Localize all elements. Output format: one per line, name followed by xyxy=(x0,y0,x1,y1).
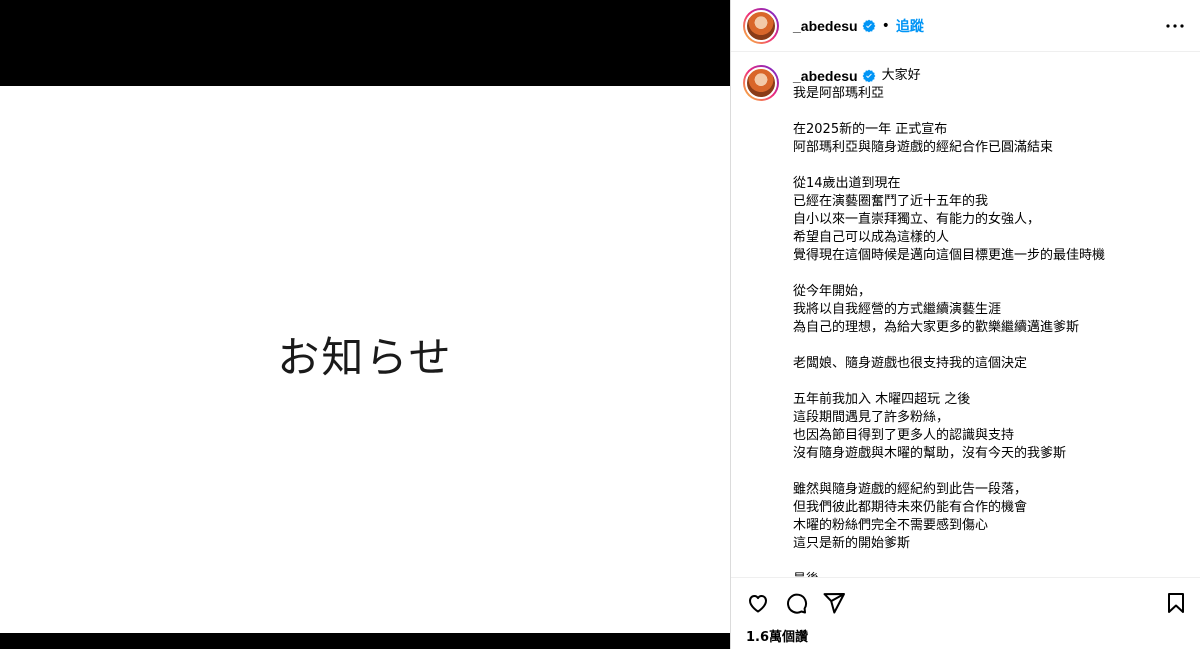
caption-body: _abedesu 大家好 我是阿部瑪利亞 在2025新的一年 正式宣布 阿部瑪利… xyxy=(793,65,1187,577)
caption-head: _abedesu 大家好 xyxy=(793,67,1187,85)
comment-icon[interactable] xyxy=(783,590,809,616)
image-notice-text: お知らせ xyxy=(277,333,453,382)
verified-icon xyxy=(862,19,876,33)
verified-icon xyxy=(862,69,876,83)
more-options-icon[interactable] xyxy=(1163,14,1187,38)
instagram-post-view: お知らせ _abedesu • 追蹤 _abedesu 大家好 我是阿部瑪利亞 … xyxy=(0,0,1200,649)
caption-avatar[interactable] xyxy=(743,65,779,101)
caption-username[interactable]: _abedesu xyxy=(793,67,858,85)
post-header: _abedesu • 追蹤 xyxy=(731,0,1200,52)
post-media: お知らせ xyxy=(0,0,730,649)
caption-area[interactable]: _abedesu 大家好 我是阿部瑪利亞 在2025新的一年 正式宣布 阿部瑪利… xyxy=(731,53,1200,577)
post-image[interactable]: お知らせ xyxy=(0,86,730,633)
avatar[interactable] xyxy=(743,7,779,44)
post-actions-area: 1.6萬個讚 xyxy=(731,577,1200,649)
likes-count[interactable]: 1.6萬個讚 xyxy=(731,616,1200,645)
caption-text: 我是阿部瑪利亞 在2025新的一年 正式宣布 阿部瑪利亞與隨身遊戲的經紀合作已圓… xyxy=(793,86,1106,577)
share-icon[interactable] xyxy=(821,590,847,616)
post-sidebar: _abedesu • 追蹤 _abedesu 大家好 我是阿部瑪利亞 在2025… xyxy=(730,0,1200,649)
header-username[interactable]: _abedesu xyxy=(793,18,858,34)
bookmark-icon[interactable] xyxy=(1163,590,1189,616)
heart-icon[interactable] xyxy=(745,590,771,616)
action-bar xyxy=(731,578,1200,616)
caption: _abedesu 大家好 我是阿部瑪利亞 在2025新的一年 正式宣布 阿部瑪利… xyxy=(731,53,1200,577)
follow-button[interactable]: 追蹤 xyxy=(896,16,924,36)
separator-dot: • xyxy=(881,17,890,34)
caption-first-line: 大家好 xyxy=(881,68,921,83)
